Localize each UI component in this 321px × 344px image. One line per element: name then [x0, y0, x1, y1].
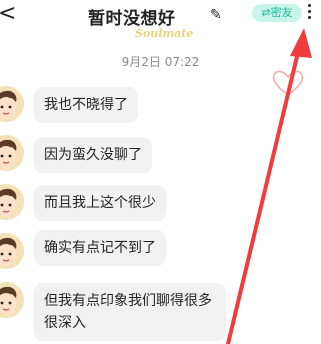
avatar[interactable]: [0, 184, 24, 220]
message-bubble[interactable]: 因为蛮久没聊了: [34, 137, 152, 173]
back-icon[interactable]: <: [0, 2, 16, 26]
avatar[interactable]: [0, 86, 24, 122]
heart-icon[interactable]: [270, 68, 306, 98]
avatar[interactable]: [0, 135, 24, 171]
edit-icon[interactable]: ✎: [210, 7, 222, 23]
message-bubble[interactable]: 但我有点印象我们聊得很多很深入: [34, 283, 226, 341]
avatar[interactable]: [0, 282, 24, 318]
message-bubble[interactable]: 确实有点记不到了: [34, 230, 166, 266]
chat-header: < 暂时没想好 ✎ ⇄密友 Soulmate: [0, 0, 321, 40]
message-bubble[interactable]: 而且我上这个很少: [34, 185, 166, 221]
more-options-icon[interactable]: [306, 4, 312, 22]
message-bubble[interactable]: 我也不晓得了: [34, 87, 138, 123]
chat-title: 暂时没想好: [88, 9, 176, 29]
app-watermark: Soulmate: [135, 27, 194, 40]
avatar[interactable]: [0, 233, 24, 269]
close-friend-button[interactable]: ⇄密友: [252, 4, 302, 22]
